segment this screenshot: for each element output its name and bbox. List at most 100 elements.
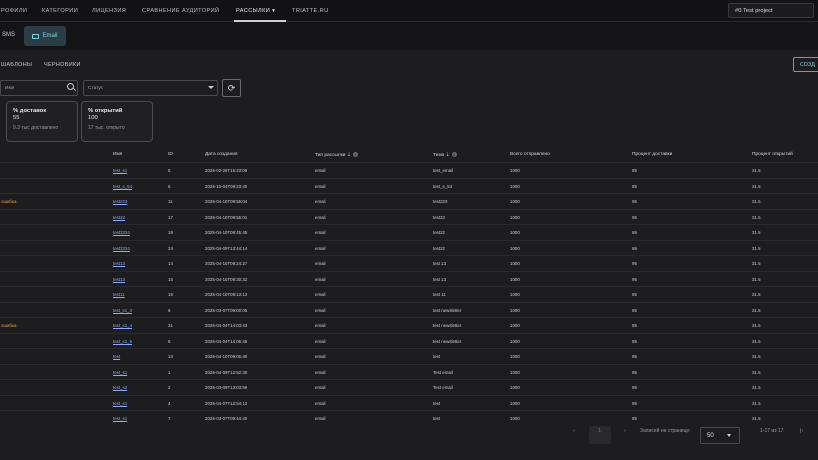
open-cell: 31.5	[752, 385, 761, 390]
table-row[interactable]: test13 15 2025-04-10T09:30:32 email test 13 1…	[0, 270, 818, 287]
name-link[interactable]: test13	[113, 277, 125, 282]
open-cell: 31.5	[752, 323, 761, 328]
date-cell: 2025-04-10T09:55:04	[205, 199, 248, 204]
refresh-button[interactable]: ⟳	[222, 79, 241, 97]
table-row[interactable]: test11 16 2025-04-10T09:13:13 email test 11 1…	[0, 286, 818, 302]
table-row[interactable]: test_s1 1 2025-04-09T12:52:30 email Test ema…	[0, 363, 818, 380]
date-cell: 2025-02-26T15:23:06	[205, 168, 248, 173]
table-row[interactable]: test_s1_3 6 2025-03-07T09:00:05 email test n…	[0, 301, 818, 318]
subject-cell: test_s_54	[433, 183, 453, 189]
name-link[interactable]: test223	[113, 199, 127, 204]
column-header-delivery[interactable]: Процент доставки	[632, 152, 672, 157]
table-row[interactable]: test_s1 5 2025-02-26T15:23:06 email test_ema…	[0, 162, 818, 178]
name-link[interactable]: test13	[113, 261, 125, 266]
type-cell: email	[315, 214, 326, 220]
open-cell: 31.5	[752, 245, 761, 251]
type-cell: email	[315, 400, 326, 406]
table-row[interactable]: test13 14 2025-04-10T09:24:27 email test 13 1…	[0, 255, 818, 271]
name-link[interactable]: test2224	[113, 246, 130, 251]
table-row[interactable]: test_s2 2 2025-03-09T13:03:59 email Test ema…	[0, 379, 818, 395]
chevron-down-icon	[208, 86, 214, 89]
date-cell: 2025-04-10T09:30:32	[205, 276, 248, 282]
filter-icon[interactable]: ⇣	[446, 153, 450, 158]
top-nav: РОФИЛИ КАТЕГОРИИ ЛИЦЕНЗИЯ СРАВНЕНИЕ АУДИ…	[0, 0, 818, 22]
date-cell: 2025-03-07T09:44:40	[205, 416, 248, 421]
table-row[interactable]: ошибка test223 11 2025-04-10T09:55:04 email t…	[0, 193, 818, 209]
type-cell: email	[315, 168, 326, 173]
delivery-cell: 95	[632, 369, 637, 375]
table-row[interactable]: test 13 2025-04-10T09:05:40 email test 1000 95…	[0, 348, 818, 364]
nav-item-license[interactable]: ЛИЦЕНЗИЯ	[92, 8, 126, 14]
name-link[interactable]: test_s_54	[113, 184, 132, 189]
sent-cell: 1000	[510, 214, 520, 220]
tab-templates[interactable]: ШАБЛОНЫ	[1, 62, 32, 68]
name-link[interactable]: test_s1	[113, 416, 127, 421]
project-select[interactable]: #0 Test project	[728, 3, 814, 18]
date-cell: 2025-04-10T09:24:27	[205, 261, 248, 266]
next-page-icon[interactable]: ›	[624, 428, 626, 434]
table-row[interactable]: test_s_54 6 2025-10-04T09:23:40 email test_s…	[0, 177, 818, 194]
column-header-id[interactable]: ID	[168, 152, 173, 157]
column-header-type[interactable]: Тип рассылки ⇣ 1	[315, 152, 358, 158]
name-link[interactable]: test2224	[113, 230, 130, 235]
nav-item-site[interactable]: TRIATTE.RU	[292, 8, 329, 14]
search-input[interactable]: Имя	[0, 80, 78, 96]
name-link[interactable]: test_s1	[113, 370, 127, 375]
per-page-label: Записей на странице:	[640, 428, 691, 434]
open-cell: 31.5	[752, 292, 761, 297]
name-link[interactable]: test22	[113, 215, 125, 220]
filter-icon[interactable]: ⇣	[347, 153, 351, 158]
date-cell: 2025-04-10T09:45:45	[205, 230, 248, 235]
search-icon[interactable]	[67, 83, 74, 90]
table-row[interactable]: test2224 24 2025-04-09T13:44:14 email test22…	[0, 239, 818, 256]
name-link[interactable]: test_s1	[113, 401, 127, 406]
type-cell: email	[315, 369, 326, 375]
table-row[interactable]: test_s1 4 2025-04-07T12:54:13 email test 1000…	[0, 394, 818, 411]
table-row[interactable]: test2224 19 2025-04-10T09:45:45 email test22…	[0, 224, 818, 240]
nav-item-profiles[interactable]: РОФИЛИ	[1, 8, 27, 14]
nav-item-audience-comparison[interactable]: СРАВНЕНИЕ АУДИТОРИЙ	[142, 8, 219, 14]
tab-sms[interactable]: SMS	[2, 32, 15, 38]
name-link[interactable]: test_s1_5	[113, 339, 132, 344]
table-row[interactable]: test_s1_5 8 2025-04-04T14:05:45 email test n…	[0, 332, 818, 349]
name-link[interactable]: test_s1_4	[113, 323, 132, 328]
column-header-created[interactable]: Дата создания	[205, 152, 238, 157]
table-row[interactable]: test22 17 2025-04-10T09:55:01 email test22 10…	[0, 208, 818, 225]
date-cell: 2025-04-10T09:55:01	[205, 214, 248, 220]
nav-item-categories[interactable]: КАТЕГОРИИ	[42, 8, 78, 14]
page-range: 1-17 из 17	[760, 428, 784, 434]
status-select[interactable]: Статус	[83, 80, 218, 96]
name-link[interactable]: test_s2	[113, 385, 127, 390]
prev-page-icon[interactable]: ‹	[573, 428, 575, 434]
name-link[interactable]: test_s1_3	[113, 308, 132, 313]
per-page-select[interactable]: 50	[700, 427, 740, 444]
badge-icon: 1	[352, 152, 358, 157]
column-header-opens[interactable]: Процент открытий	[752, 152, 793, 157]
name-link[interactable]: test_s1	[113, 168, 127, 173]
column-header-sent[interactable]: Всего отправлено	[510, 152, 550, 157]
delivery-cell: 95	[632, 230, 637, 235]
date-cell: 2025-03-09T13:03:59	[205, 385, 248, 390]
table-row[interactable]: test_s1 7 2025-03-07T09:44:40 email test 1000…	[0, 410, 818, 426]
sent-cell: 1000	[510, 416, 520, 421]
mail-icon	[32, 33, 40, 39]
type-cell: email	[315, 199, 326, 204]
tab-drafts[interactable]: ЧЕРНОВИКИ	[44, 62, 81, 68]
id-cell: 16	[168, 292, 173, 297]
create-button[interactable]: СОЗД	[793, 57, 818, 72]
open-cell: 31.5	[752, 369, 761, 375]
column-header-subject[interactable]: Тема ⇣ 2	[433, 152, 457, 158]
table-row[interactable]: ошибка test_s1_4 31 2025-04-04T14:03:43 emai…	[0, 317, 818, 333]
delivery-cell: 95	[632, 307, 637, 313]
first-page-icon[interactable]: |‹	[800, 428, 803, 434]
type-cell: email	[315, 261, 326, 266]
column-header-name[interactable]: Имя	[113, 152, 122, 157]
tab-email[interactable]: Email	[24, 26, 66, 46]
subject-cell: test	[433, 416, 441, 421]
name-link[interactable]: test11	[113, 292, 125, 297]
name-link[interactable]: test	[113, 354, 120, 359]
id-cell: 4	[168, 400, 171, 406]
nav-item-mailings[interactable]: РАССЫЛКИ ▾	[236, 8, 275, 14]
badge-icon: 2	[451, 152, 457, 157]
tab-email-label: Email	[42, 33, 58, 39]
